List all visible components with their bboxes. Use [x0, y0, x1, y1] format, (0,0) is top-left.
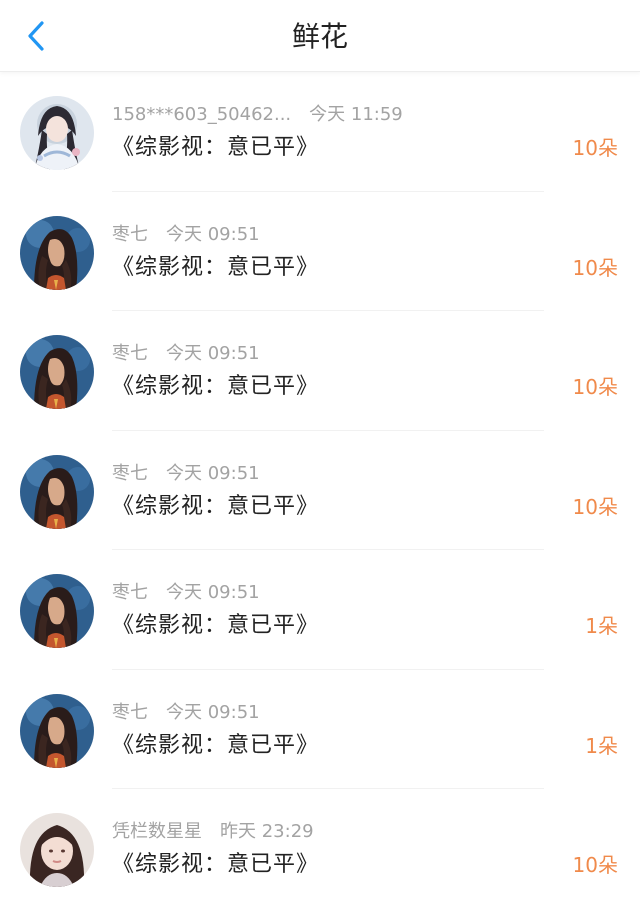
- flower-count: 1朵: [585, 614, 618, 638]
- flower-gift-list: 158***603_50462... 今天 11:59 《综影视：意已平》 10朵…: [0, 72, 640, 897]
- avatar[interactable]: [20, 574, 94, 648]
- flower-count: 10朵: [572, 494, 618, 519]
- item-meta: 枣七 今天 09:51: [112, 461, 260, 487]
- item-meta: 枣七 今天 09:51: [112, 700, 260, 726]
- top-bar: 鲜花: [0, 0, 640, 72]
- item-meta: 158***603_50462... 今天 11:59: [112, 102, 403, 128]
- book-title[interactable]: 《综影视：意已平》: [112, 849, 319, 881]
- avatar[interactable]: [20, 813, 94, 887]
- timestamp: 昨天 23:29: [220, 821, 314, 842]
- book-title[interactable]: 《综影视：意已平》: [112, 371, 319, 403]
- list-item[interactable]: 枣七 今天 09:51 《综影视：意已平》 10朵: [0, 431, 640, 551]
- avatar[interactable]: [20, 96, 94, 170]
- flower-count: 1朵: [585, 733, 618, 758]
- item-meta: 枣七 今天 09:51: [112, 341, 260, 367]
- timestamp: 今天 09:51: [166, 343, 260, 364]
- list-item[interactable]: 枣七 今天 09:51 《综影视：意已平》 10朵: [0, 311, 640, 431]
- item-meta: 枣七 今天 09:51: [112, 222, 260, 248]
- list-item[interactable]: 枣七 今天 09:51 《综影视：意已平》 10朵: [0, 192, 640, 312]
- book-title[interactable]: 《综影视：意已平》: [112, 730, 319, 762]
- user-name[interactable]: 枣七: [112, 463, 148, 484]
- user-name[interactable]: 枣七: [112, 343, 148, 364]
- flower-count: 10朵: [572, 136, 618, 160]
- timestamp: 今天 09:51: [166, 462, 260, 484]
- book-title[interactable]: 《综影视：意已平》: [112, 610, 319, 642]
- list-item[interactable]: 枣七 今天 09:51 《综影视：意已平》 1朵: [0, 670, 640, 790]
- timestamp: 今天 09:51: [166, 223, 260, 245]
- avatar[interactable]: [20, 335, 94, 409]
- timestamp: 今天 09:51: [166, 701, 260, 723]
- book-title[interactable]: 《综影视：意已平》: [112, 491, 319, 523]
- book-title[interactable]: 《综影视：意已平》: [112, 252, 319, 284]
- page-title: 鲜花: [291, 20, 348, 53]
- list-item[interactable]: 158***603_50462... 今天 11:59 《综影视：意已平》 10朵: [0, 72, 640, 192]
- book-title[interactable]: 《综影视：意已平》: [112, 132, 319, 164]
- flower-count: 10朵: [572, 255, 618, 280]
- user-name[interactable]: 凭栏数星星: [112, 821, 202, 842]
- flower-count: 10朵: [572, 853, 618, 877]
- list-item[interactable]: 枣七 今天 09:51 《综影视：意已平》 1朵: [0, 550, 640, 670]
- flower-count: 10朵: [572, 375, 618, 399]
- item-meta: 枣七 今天 09:51: [112, 580, 260, 606]
- timestamp: 今天 11:59: [309, 104, 403, 125]
- user-name[interactable]: 枣七: [112, 224, 148, 245]
- user-name[interactable]: 枣七: [112, 582, 148, 603]
- list-item[interactable]: 凭栏数星星 昨天 23:29 《综影视：意已平》 10朵: [0, 789, 640, 897]
- avatar[interactable]: [20, 215, 94, 290]
- timestamp: 今天 09:51: [166, 582, 260, 603]
- avatar[interactable]: [20, 693, 94, 768]
- user-name[interactable]: 枣七: [112, 702, 148, 723]
- user-name[interactable]: 158***603_50462...: [112, 104, 291, 125]
- item-meta: 凭栏数星星 昨天 23:29: [112, 819, 314, 845]
- avatar[interactable]: [20, 454, 94, 529]
